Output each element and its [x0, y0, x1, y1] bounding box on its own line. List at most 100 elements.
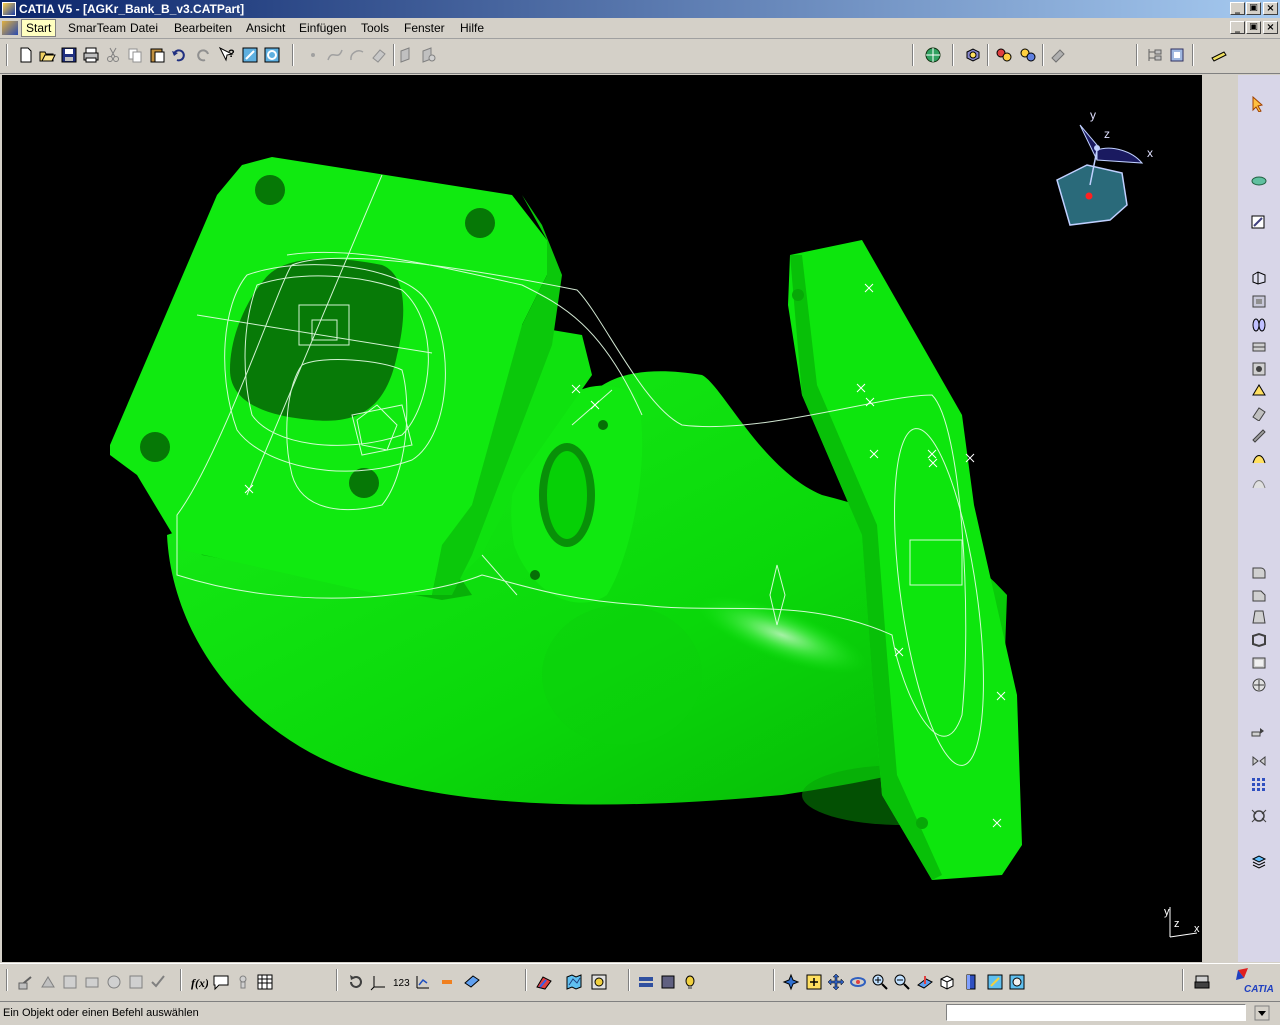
shell-icon[interactable] [1250, 632, 1268, 648]
hole-icon[interactable] [1250, 361, 1268, 377]
sketcher-icon[interactable] [241, 46, 259, 64]
numbering-icon[interactable]: 123 [392, 973, 410, 991]
assembly-icon[interactable] [995, 46, 1013, 64]
minimize-button[interactable]: _ [1230, 2, 1245, 15]
axis-system-icon[interactable] [370, 973, 388, 991]
thread-icon[interactable] [1250, 677, 1268, 693]
shading-icon[interactable] [962, 973, 980, 991]
remove-loft-icon[interactable] [1250, 475, 1268, 491]
undo-icon[interactable] [170, 46, 188, 64]
rotate-icon[interactable] [849, 973, 867, 991]
view-icon[interactable] [1250, 173, 1268, 189]
formula-icon[interactable]: f(x) [190, 973, 208, 991]
fillet-icon[interactable] [1250, 564, 1268, 580]
plane-alt-icon[interactable] [420, 46, 438, 64]
hide-show-icon[interactable] [986, 973, 1004, 991]
plane-icon[interactable] [398, 46, 416, 64]
menu-einfuegen[interactable]: Einfügen [299, 21, 346, 35]
light-icon[interactable] [659, 973, 677, 991]
slot-icon[interactable] [1250, 405, 1268, 421]
select-icon[interactable] [1250, 96, 1268, 112]
open-icon[interactable] [38, 46, 56, 64]
point-icon[interactable] [304, 46, 322, 64]
erase-icon[interactable] [370, 46, 388, 64]
compass-widget[interactable]: y z x [1056, 108, 1153, 226]
loft-icon[interactable] [1250, 450, 1268, 466]
save-icon[interactable] [60, 46, 78, 64]
menu-bearbeiten[interactable]: Bearbeiten [174, 21, 232, 35]
line-style-icon[interactable] [438, 973, 456, 991]
update-icon[interactable] [347, 973, 365, 991]
command-dropdown-icon[interactable] [1254, 1005, 1270, 1021]
arc-icon[interactable] [348, 46, 366, 64]
parameter-icon[interactable] [234, 973, 252, 991]
groove-icon[interactable] [1250, 339, 1268, 355]
analysis-icon[interactable] [414, 973, 432, 991]
document-icon[interactable] [2, 21, 18, 35]
menu-start[interactable]: Start [21, 19, 57, 37]
part-geometry[interactable]: y z x y z x [2, 75, 1202, 962]
rib-icon[interactable] [1250, 383, 1268, 399]
plane-select-icon[interactable] [463, 973, 481, 991]
shaft-icon[interactable] [1250, 317, 1268, 333]
normal-view-icon[interactable] [916, 973, 934, 991]
draft-icon[interactable] [1250, 609, 1268, 625]
cut-icon[interactable] [104, 46, 122, 64]
doc-restore-button[interactable]: ▣ [1246, 21, 1261, 34]
comment-icon[interactable] [212, 973, 230, 991]
chamfer-icon[interactable] [1250, 587, 1268, 603]
doc-minimize-button[interactable]: _ [1230, 21, 1245, 34]
thickness-icon[interactable] [1250, 655, 1268, 671]
part-design-icon[interactable] [964, 46, 982, 64]
knowledge-icon[interactable] [105, 973, 123, 991]
assembly-alt-icon[interactable] [1019, 46, 1037, 64]
print-icon[interactable] [82, 46, 100, 64]
menu-fenster[interactable]: Fenster [404, 21, 445, 35]
new-icon[interactable] [17, 46, 35, 64]
command-input[interactable] [946, 1004, 1246, 1021]
catia-app-icon[interactable] [2, 2, 16, 16]
menu-ansicht[interactable]: Ansicht [246, 21, 285, 35]
menu-tools[interactable]: Tools [361, 21, 389, 35]
pocket-icon[interactable] [1250, 293, 1268, 309]
fly-icon[interactable] [782, 973, 800, 991]
tree-alt-icon[interactable] [1168, 46, 1186, 64]
spline-icon[interactable] [326, 46, 344, 64]
iso-view-icon[interactable] [938, 973, 956, 991]
apply-material-icon[interactable] [83, 973, 101, 991]
mirror-icon[interactable] [1250, 753, 1268, 769]
render-icon[interactable] [535, 973, 553, 991]
measure-toolbar-icon[interactable] [1210, 46, 1228, 64]
zoom-out-icon[interactable] [893, 973, 911, 991]
doc-close-button[interactable]: × [1263, 21, 1278, 34]
pad-icon[interactable] [1250, 269, 1268, 285]
stiffener-icon[interactable] [1250, 427, 1268, 443]
translate-icon[interactable] [1250, 722, 1268, 738]
sketcher-alt-icon[interactable] [263, 46, 281, 64]
constraint-icon[interactable] [1049, 46, 1067, 64]
inertia-icon[interactable] [61, 973, 79, 991]
scene-icon[interactable] [590, 973, 608, 991]
print-screen-icon[interactable] [1193, 973, 1211, 991]
pan-icon[interactable] [827, 973, 845, 991]
sketch-icon[interactable] [1250, 214, 1268, 230]
bulb-icon[interactable] [681, 973, 699, 991]
measure-icon[interactable] [17, 973, 35, 991]
boolean-icon[interactable] [1250, 853, 1268, 869]
redo-icon[interactable] [194, 46, 212, 64]
maximize-button[interactable]: ▣ [1246, 2, 1261, 15]
swap-icon[interactable] [1008, 973, 1026, 991]
whats-this-icon[interactable]: ? [218, 46, 236, 64]
menu-smarteam[interactable]: SmarTeam [68, 21, 126, 35]
measure-alt-icon[interactable] [39, 973, 57, 991]
snapshot-icon[interactable] [637, 973, 655, 991]
menu-hilfe[interactable]: Hilfe [460, 21, 484, 35]
menu-datei[interactable]: Datei [130, 21, 158, 35]
table-icon[interactable] [256, 973, 274, 991]
zoom-in-icon[interactable] [871, 973, 889, 991]
scale-icon[interactable] [1250, 808, 1268, 824]
tree-icon[interactable] [1146, 46, 1164, 64]
rule-icon[interactable] [127, 973, 145, 991]
3d-viewport[interactable]: y z x y z x [2, 75, 1202, 962]
close-button[interactable]: × [1263, 2, 1278, 15]
